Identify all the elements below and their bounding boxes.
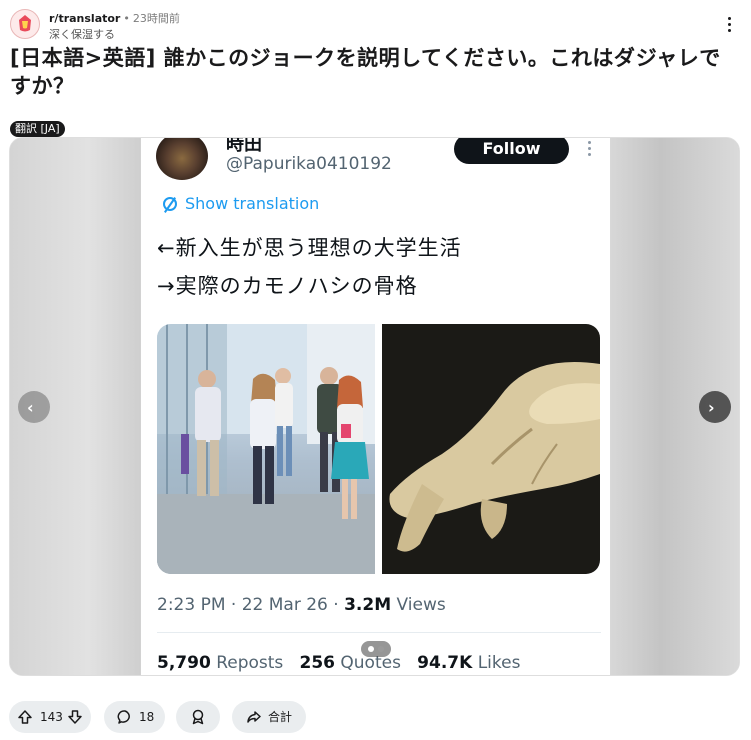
subreddit-name[interactable]: r/translator xyxy=(49,12,120,25)
share-icon xyxy=(247,711,261,723)
show-translation-link: Show translation xyxy=(163,194,319,213)
post-header: r/translator • 23時間前 深く保湿する xyxy=(8,7,743,41)
skull-illustration xyxy=(389,362,600,552)
tweet-timestamp-views: 2:23 PM · 22 Mar 26 · 3.2M Views xyxy=(157,595,446,615)
gallery-prev-button[interactable]: ‹ xyxy=(18,391,50,423)
students-illustration xyxy=(157,324,375,574)
reposts-label: Reposts xyxy=(216,653,284,673)
translator-logo-icon xyxy=(19,15,31,32)
post-author[interactable]: 深く保湿する xyxy=(49,26,115,42)
downvote-icon[interactable] xyxy=(67,709,83,725)
vote-pill: 143 xyxy=(9,701,91,733)
reposts-count: 5,790 xyxy=(157,653,211,673)
tweet-views-count: 3.2M xyxy=(344,595,392,615)
chevron-left-icon: ‹ xyxy=(27,398,34,417)
pager-dot-active[interactable] xyxy=(368,646,374,652)
pager-dot[interactable] xyxy=(378,646,384,652)
tweet-text-line-2: →実際のカモノハシの骨格 xyxy=(157,274,418,298)
likes-count: 94.7K xyxy=(417,653,473,673)
tweet-avatar xyxy=(156,138,208,180)
chevron-right-icon: › xyxy=(708,398,715,417)
tweet-more-icon xyxy=(587,141,593,159)
tweet-engagement: 5,790 Reposts 256 Quotes 94.7K Likes xyxy=(157,653,520,673)
comments-button[interactable]: 18 xyxy=(104,701,165,733)
share-button[interactable]: 合計 xyxy=(232,701,306,733)
tweet-divider xyxy=(157,632,601,633)
comment-icon xyxy=(117,710,130,724)
tweet-date: 22 Mar 26 xyxy=(241,595,328,615)
post-age: 23時間前 xyxy=(132,12,180,25)
comment-count: 18 xyxy=(139,710,155,724)
subreddit-avatar[interactable] xyxy=(10,9,40,39)
likes-label: Likes xyxy=(477,653,521,673)
separator-dot: • xyxy=(123,12,130,25)
award-button[interactable] xyxy=(176,701,220,733)
tweet-text-line-1: ←新入生が思う理想の大学生活 xyxy=(157,236,462,260)
tweet-views-label: Views xyxy=(396,595,446,615)
follow-button: Follow xyxy=(454,138,569,164)
tweet-handle: @Papurika0410192 xyxy=(226,154,392,174)
gallery-next-button[interactable]: › xyxy=(699,391,731,423)
post-flair[interactable]: 翻訳 [JA] xyxy=(10,121,65,137)
tweet-time: 2:23 PM xyxy=(157,595,226,615)
share-label: 合計 xyxy=(268,710,293,724)
translate-icon xyxy=(163,197,177,211)
post-title[interactable]: [日本語>英語] 誰かこのジョークを説明してください。これはダジャレですか？ xyxy=(10,44,730,100)
award-icon xyxy=(192,709,204,725)
more-options-icon[interactable] xyxy=(721,15,739,33)
image-gallery[interactable]: 時田 @Papurika0410192 Follow Show translat… xyxy=(9,137,740,676)
vote-count: 143 xyxy=(40,710,63,724)
platypus-skull-photo xyxy=(382,324,600,574)
quotes-count: 256 xyxy=(299,653,336,673)
students-photo xyxy=(157,324,375,574)
gallery-pager xyxy=(361,641,391,657)
tweet-screenshot: 時田 @Papurika0410192 Follow Show translat… xyxy=(141,138,610,675)
upvote-icon[interactable] xyxy=(17,709,33,725)
